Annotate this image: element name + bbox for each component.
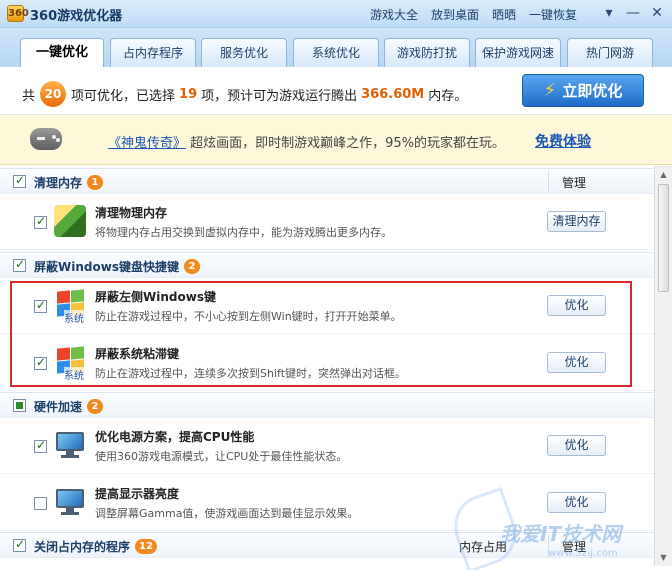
app-title: 360游戏优化器 [30, 9, 123, 24]
gamepad-icon [30, 128, 62, 150]
section-checkbox[interactable] [13, 537, 26, 552]
app-logo: 360 [7, 5, 29, 22]
monitor-icon [54, 429, 86, 461]
section-clean-memory: 清理内存 1 管理 [0, 168, 654, 194]
optimize-button[interactable]: 优化 [547, 492, 606, 513]
lightning-icon: ⚡ [543, 80, 557, 101]
manage-link[interactable]: 管理 [562, 174, 586, 191]
column-divider [548, 171, 549, 193]
window-controls: ▾ — ✕ [600, 4, 666, 22]
item-title: 优化电源方案，提高CPU性能 [95, 430, 255, 444]
optimize-button[interactable]: 优化 [547, 435, 606, 456]
promo-banner: 《神鬼传奇》 超炫画面，即时制游戏巅峰之作，95%的玩家都在玩。 免费体验 [0, 115, 672, 165]
link-share[interactable]: 晒晒 [492, 6, 516, 23]
item-description: 将物理内存占用交换到虚拟内存中，能为游戏腾出更多内存。 [95, 226, 392, 239]
section-title: 清理内存 [34, 176, 83, 190]
watermark-text: 我爱IT技术网 [500, 522, 622, 546]
title-links: 游戏大全 放到桌面 晒晒 一键恢复 [370, 6, 577, 23]
item-description: 调整屏幕Gamma值，使游戏画面达到最佳显示效果。 [95, 507, 359, 520]
list-item: 优化电源方案，提高CPU性能 使用360游戏电源模式，让CPU处于最佳性能状态。… [0, 418, 654, 474]
section-hardware-acceleration: 硬件加速 2 [0, 392, 654, 418]
summary-bar: 共 20 项可优化，已选择 19 项，预计可为游戏运行腾出 366.60M 内存… [0, 67, 672, 115]
tab-bar: 一键优化 占内存程序 服务优化 系统优化 游戏防打扰 保护游戏网速 热门网游 [0, 28, 672, 68]
summary-text: 共 20 项可优化，已选择 19 项，预计可为游戏运行腾出 366.60M 内存… [22, 81, 467, 107]
item-checkbox[interactable] [34, 214, 47, 229]
section-count-badge: 2 [183, 259, 200, 274]
scroll-down-icon[interactable]: ▼ [658, 552, 669, 563]
item-description: 使用360游戏电源模式，让CPU处于最佳性能状态。 [95, 450, 348, 463]
section-checkbox[interactable] [13, 399, 26, 412]
tab-hot-online-games[interactable]: 热门网游 [567, 38, 653, 67]
section-title: 屏蔽Windows键盘快捷键 [34, 260, 179, 274]
title-bar: 360 360游戏优化器 游戏大全 放到桌面 晒晒 一键恢复 ▾ — ✕ [0, 0, 672, 28]
promo-game-link[interactable]: 《神鬼传奇》 [108, 136, 186, 151]
section-block-windows-hotkeys: 屏蔽Windows键盘快捷键 2 [0, 252, 654, 278]
section-title: 硬件加速 [34, 400, 83, 414]
annotation-highlight [10, 281, 632, 387]
scroll-up-icon[interactable]: ▲ [658, 169, 669, 180]
item-checkbox[interactable] [34, 438, 47, 453]
tab-service-optimize[interactable]: 服务优化 [201, 38, 287, 67]
link-put-on-desktop[interactable]: 放到桌面 [431, 6, 479, 23]
close-icon[interactable]: ✕ [648, 4, 666, 22]
scrollbar[interactable]: ▲ ▼ [654, 166, 672, 566]
broom-icon [54, 205, 86, 237]
section-title: 关闭占内存的程序 [34, 540, 131, 554]
link-game-library[interactable]: 游戏大全 [370, 6, 418, 23]
link-one-click-restore[interactable]: 一键恢复 [529, 6, 577, 23]
total-count-badge: 20 [40, 81, 67, 107]
section-checkbox[interactable] [13, 257, 26, 272]
free-trial-link[interactable]: 免费体验 [535, 131, 591, 151]
section-count-badge: 1 [87, 175, 104, 190]
item-title: 清理物理内存 [95, 206, 168, 220]
section-count-badge: 12 [135, 539, 157, 554]
selected-count: 19 [179, 86, 198, 102]
item-checkbox[interactable] [34, 497, 47, 510]
minimize-icon[interactable]: — [624, 4, 642, 22]
menu-icon[interactable]: ▾ [600, 4, 618, 22]
item-title: 提高显示器亮度 [95, 487, 180, 501]
scrollbar-thumb[interactable] [658, 184, 669, 292]
memory-amount: 366.60M [361, 86, 425, 102]
tab-system-optimize[interactable]: 系统优化 [293, 38, 379, 67]
tab-one-click-optimize[interactable]: 一键优化 [20, 38, 104, 68]
optimize-now-button[interactable]: ⚡ 立即优化 [522, 74, 644, 107]
list-item: 清理物理内存 将物理内存占用交换到虚拟内存中，能为游戏腾出更多内存。 清理内存 [0, 194, 654, 250]
tab-protect-game-network[interactable]: 保护游戏网速 [475, 38, 561, 67]
tab-memory-programs[interactable]: 占内存程序 [110, 38, 196, 67]
watermark-url: www.52ij.com [548, 548, 618, 559]
monitor-icon [54, 486, 86, 518]
section-checkbox[interactable] [13, 173, 26, 188]
promo-text: 《神鬼传奇》 超炫画面，即时制游戏巅峰之作，95%的玩家都在玩。 [108, 136, 506, 151]
section-count-badge: 2 [87, 399, 104, 414]
clean-memory-button[interactable]: 清理内存 [547, 211, 606, 232]
tab-game-no-disturb[interactable]: 游戏防打扰 [384, 38, 470, 67]
